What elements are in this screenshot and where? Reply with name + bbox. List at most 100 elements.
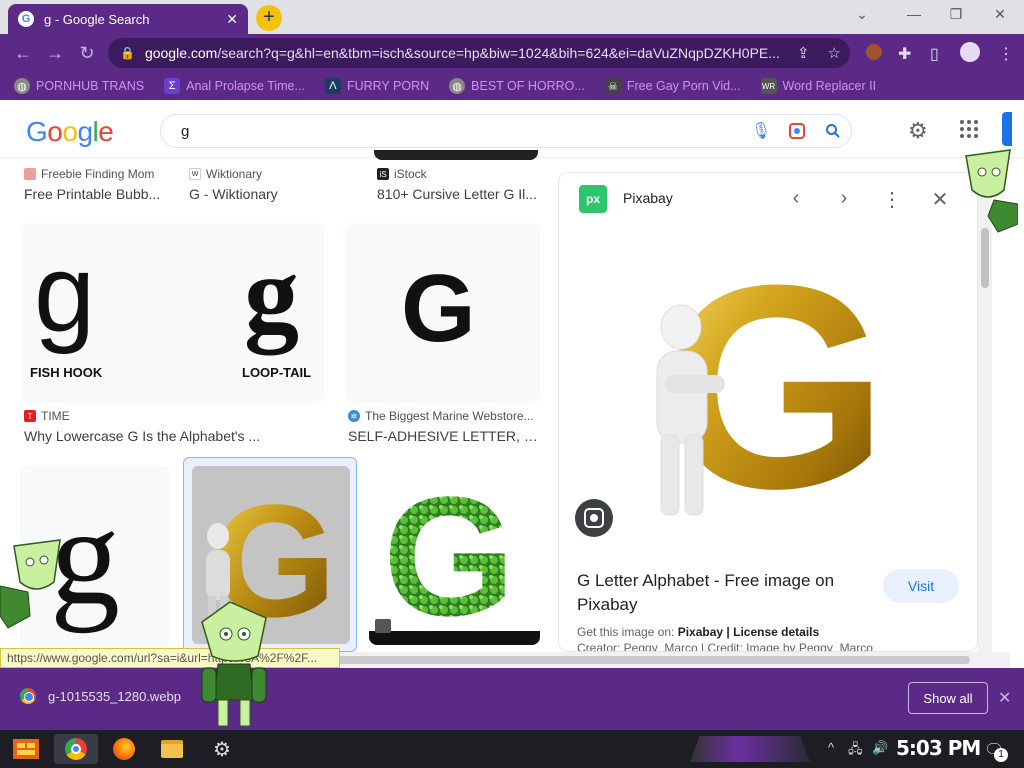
extensions-puzzle-icon[interactable]: ✚ — [898, 44, 911, 64]
result-thumb-istock[interactable] — [374, 150, 538, 160]
google-apps-icon[interactable] — [960, 120, 978, 138]
source-favicon-icon — [24, 168, 36, 180]
bookmark-label: Anal Prolapse Time... — [186, 79, 305, 93]
result-title[interactable]: Free Printable Bubb... — [24, 186, 164, 202]
result-thumb-leaf-g[interactable]: G — [369, 465, 540, 645]
result-thumb-time[interactable]: g g FISH HOOK LOOP-TAIL — [22, 223, 324, 403]
image-preview-panel: px Pixabay ‹ › ⋮ ✕ G G Letter Alphabet -… — [558, 172, 978, 652]
bookmark-label: Word Replacer II — [782, 79, 877, 93]
bookmark-3[interactable]: ◍ BEST OF HORRO... — [449, 78, 585, 94]
result-title[interactable]: Why Lowercase G Is the Alphabet's ... — [24, 428, 304, 444]
preview-title[interactable]: G Letter Alphabet - Free image on Pixaba… — [577, 569, 877, 617]
side-panel-icon[interactable]: ▯ — [930, 44, 939, 64]
globe-icon: ◍ — [449, 78, 466, 94]
svg-text:g: g — [244, 233, 299, 355]
search-icon[interactable] — [815, 123, 851, 139]
preview-site-name[interactable]: Pixabay — [623, 190, 673, 206]
settings-taskbar-icon[interactable]: ⚙ — [200, 734, 244, 764]
bookmark-label: BEST OF HORRO... — [471, 79, 585, 93]
close-window-icon[interactable]: ✕ — [990, 6, 1010, 23]
chrome-file-icon — [20, 688, 36, 704]
back-icon[interactable]: ← — [12, 43, 34, 64]
bookmark-1[interactable]: Σ Anal Prolapse Time... — [164, 78, 305, 94]
svg-text:g: g — [34, 232, 95, 355]
forward-icon[interactable]: → — [44, 43, 66, 64]
download-filename: g-1015535_1280.webp — [48, 688, 182, 704]
peridot-sticker-top-right — [958, 144, 1018, 236]
browser-toolbar: ← → ↻ 🔒 google.com/search?q=g&hl=en&tbm=… — [0, 34, 1024, 72]
bookmark-star-icon[interactable]: ☆ — [828, 44, 841, 62]
more-options-icon[interactable]: ⋮ — [881, 187, 903, 212]
result-thumb-marine[interactable]: G — [345, 223, 540, 403]
status-url-bubble: https://www.google.com/url?sa=i&url=http… — [0, 648, 340, 668]
firefox-taskbar-icon[interactable] — [102, 734, 146, 764]
lambda-icon: Λ — [324, 78, 341, 94]
lens-search-icon[interactable] — [575, 499, 613, 537]
search-input[interactable]: g 🎙 — [160, 114, 852, 148]
pixabay-logo-icon[interactable]: px — [579, 185, 607, 213]
preview-header: px Pixabay ‹ › ⋮ ✕ — [559, 173, 977, 225]
chrome-taskbar-icon[interactable] — [54, 734, 98, 764]
tab-search-chevron-icon[interactable]: ⌄ — [852, 6, 872, 23]
account-button[interactable] — [1002, 112, 1012, 146]
result-source: Freebie Finding Mom — [24, 167, 154, 181]
menu-kebab-icon[interactable]: ⋮ — [998, 44, 1014, 64]
microphone-icon[interactable]: 🎙 — [743, 121, 779, 141]
loop-tail-label: LOOP-TAIL — [242, 365, 312, 380]
next-image-icon[interactable]: › — [833, 187, 855, 210]
license-details-link[interactable]: License details — [733, 625, 819, 639]
close-download-bar-icon[interactable]: ✕ — [998, 688, 1011, 708]
result-source: W Wiktionary — [189, 167, 262, 181]
settings-gear-icon[interactable]: ⚙ — [908, 118, 928, 144]
lens-camera-icon[interactable] — [779, 122, 815, 140]
peridot-sticker-bottom — [192, 600, 276, 730]
tray-chevron-icon[interactable]: ^ — [828, 740, 834, 755]
bookmark-4[interactable]: ☠ Free Gay Porn Vid... — [604, 78, 741, 94]
download-item[interactable]: g-1015535_1280.webp — [20, 688, 181, 704]
google-logo[interactable]: Google — [26, 116, 114, 148]
network-icon[interactable]: 🖧 — [848, 740, 863, 762]
share-icon[interactable]: ⇪ — [797, 44, 810, 62]
pixabay-link[interactable]: Pixabay — [678, 625, 723, 639]
profile-icon[interactable] — [960, 42, 980, 62]
result-title[interactable]: G - Wiktionary — [189, 186, 339, 202]
peridot-sticker-left — [0, 536, 66, 632]
address-bar[interactable]: 🔒 google.com/search?q=g&hl=en&tbm=isch&s… — [108, 38, 850, 68]
tab-google-search[interactable]: G g - Google Search ✕ — [8, 4, 248, 34]
minimize-icon[interactable]: — — [904, 6, 924, 22]
volume-icon[interactable]: 🔊 — [872, 740, 888, 756]
extension-avatar-icon[interactable] — [866, 44, 882, 60]
visit-button[interactable]: Visit — [883, 569, 959, 603]
bookmark-5[interactable]: WR Word Replacer II — [760, 78, 877, 94]
title-bar: G g - Google Search ✕ + ⌄ — ❐ ✕ — [0, 0, 1024, 34]
svg-text:G: G — [383, 465, 515, 645]
clock[interactable]: 5:03 PM — [896, 736, 981, 760]
bookmark-2[interactable]: Λ FURRY PORN — [324, 78, 430, 94]
close-preview-icon[interactable]: ✕ — [929, 187, 951, 212]
show-all-button[interactable]: Show all — [908, 682, 988, 714]
url-text: google.com/search?q=g&hl=en&tbm=isch&sou… — [144, 45, 780, 61]
preview-image[interactable]: G — [605, 225, 931, 551]
fish-hook-label: FISH HOOK — [30, 365, 103, 380]
new-tab-button[interactable]: + — [256, 5, 282, 31]
start-button[interactable] — [4, 734, 48, 764]
bookmark-label: FURRY PORN — [346, 79, 430, 93]
lock-icon[interactable]: 🔒 — [120, 46, 135, 60]
reload-icon[interactable]: ↻ — [76, 43, 98, 64]
file-explorer-taskbar-icon[interactable] — [150, 734, 194, 764]
wr-icon: WR — [760, 78, 777, 94]
previous-image-icon[interactable]: ‹ — [785, 187, 807, 210]
taskbar: ⚙ ^ 🖧 🔊 5:03 PM 🗨 1 — [0, 730, 1024, 768]
result-title[interactable]: SELF-ADHESIVE LETTER, 20... — [348, 428, 540, 444]
restore-icon[interactable]: ❐ — [946, 6, 966, 23]
get-image-line: Get this image on: Pixabay | License det… — [577, 625, 820, 639]
result-title[interactable]: 810+ Cursive Letter G Il... — [377, 186, 537, 202]
tab-title: g - Google Search — [44, 11, 150, 27]
search-query-text[interactable]: g — [181, 123, 743, 140]
tab-close-icon[interactable]: ✕ — [226, 11, 238, 28]
taskbar-decoration — [690, 736, 810, 762]
result-source: iS iStock — [377, 167, 427, 181]
bookmark-0[interactable]: ◍ PORNHUB TRANS — [14, 78, 144, 94]
globe-icon: ◍ — [14, 78, 30, 94]
notification-count-badge: 1 — [994, 748, 1008, 762]
